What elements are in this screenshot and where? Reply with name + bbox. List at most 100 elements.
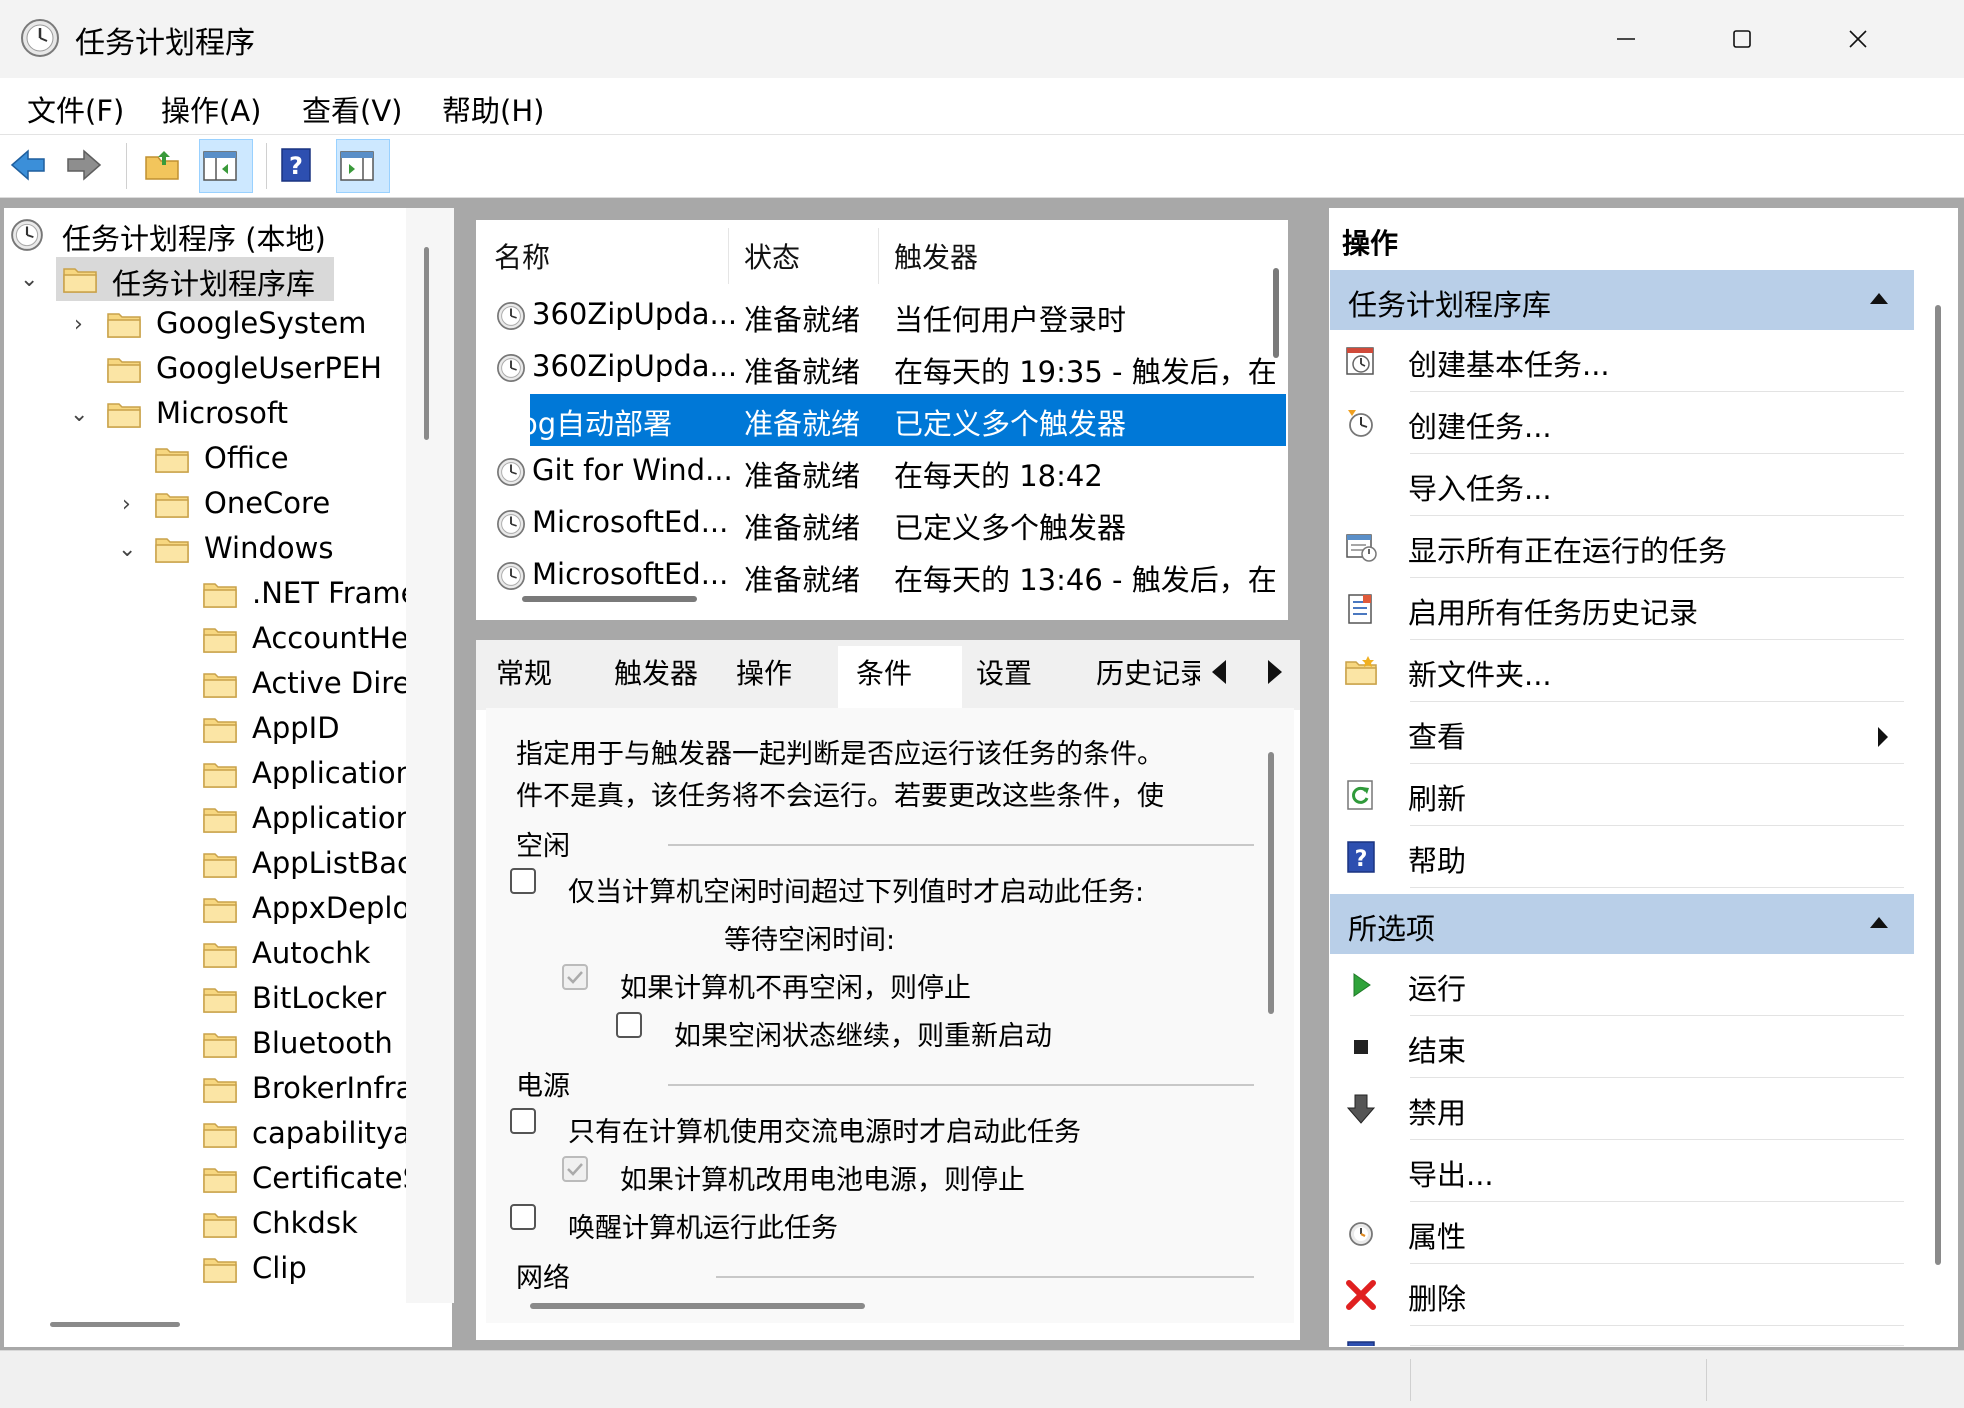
action-item[interactable]: 结束: [1340, 1018, 1904, 1078]
tree-item[interactable]: › OneCore: [0, 482, 406, 526]
tree-item[interactable]: › GoogleSystem: [0, 302, 406, 346]
up-folder-button[interactable]: [142, 139, 196, 193]
tree-item-label: AccountHealth: [252, 621, 406, 655]
conditions-horizontal-scrollbar[interactable]: [530, 1303, 865, 1309]
power-ac-checkbox[interactable]: [510, 1108, 536, 1134]
action-item[interactable]: 新文件夹...: [1340, 642, 1904, 702]
action-separator: [1410, 1077, 1904, 1078]
action-item[interactable]: 显示所有正在运行的任务: [1340, 518, 1904, 578]
maximize-button[interactable]: [1730, 8, 1846, 70]
tree-item[interactable]: AccountHealth: [0, 617, 406, 661]
action-item[interactable]: 创建任务...: [1340, 394, 1904, 454]
forward-button[interactable]: [64, 139, 118, 193]
chevron-down-icon[interactable]: ⌄: [20, 267, 38, 292]
menu-file[interactable]: 文件(F): [27, 88, 124, 130]
tree-horizontal-scrollbar[interactable]: [50, 1322, 180, 1327]
tree-item[interactable]: BrokerInfrastructure: [0, 1067, 406, 1111]
action-item[interactable]: 刷新: [1340, 766, 1904, 826]
tree-item[interactable]: ⌄ Microsoft: [0, 392, 406, 436]
tree-item[interactable]: Active Directory: [0, 662, 406, 706]
idle-start-checkbox[interactable]: [510, 868, 536, 894]
task-row[interactable]: Git for Wind... 准备就绪 在每天的 18:42: [490, 446, 1288, 498]
power-ac-label: 只有在计算机使用交流电源时才启动此任务: [568, 1117, 1081, 1148]
folder-icon: [202, 1073, 238, 1111]
column-header-status[interactable]: 状态: [744, 236, 800, 276]
tree-item-root[interactable]: 任务计划程序 (本地): [0, 212, 448, 256]
power-battery-checkbox[interactable]: [562, 1156, 588, 1182]
tree-item[interactable]: BitLocker: [0, 977, 406, 1021]
action-item[interactable]: 启用所有任务历史记录: [1340, 580, 1904, 640]
checkmark-icon: [567, 971, 583, 984]
idle-restart-checkbox[interactable]: [616, 1012, 642, 1038]
tab-scroll-left-button[interactable]: [1200, 652, 1248, 696]
tree-item[interactable]: .NET Framework: [0, 572, 406, 616]
task-row[interactable]: Blog自动部署 准备就绪已定义多个触发器: [530, 394, 1286, 446]
idle-stop-checkbox[interactable]: [562, 964, 588, 990]
tab-settings[interactable]: 设置: [976, 652, 1032, 692]
tab-conditions[interactable]: 条件: [838, 646, 962, 710]
task-name-cell: 360ZipUpda...: [530, 342, 740, 394]
tree-item[interactable]: capabilityaccessmanager: [0, 1112, 406, 1156]
task-list-vertical-scrollbar[interactable]: [1273, 268, 1279, 358]
show-hide-console-tree-button[interactable]: [199, 139, 253, 193]
back-button[interactable]: [8, 139, 62, 193]
action-item[interactable]: 创建基本任务...: [1340, 332, 1904, 392]
menu-help[interactable]: 帮助(H): [442, 88, 544, 130]
action-item[interactable]: 运行: [1340, 956, 1904, 1016]
action-item[interactable]: 禁用: [1340, 1080, 1904, 1140]
tree-item[interactable]: Autochk: [0, 932, 406, 976]
conditions-vertical-scrollbar[interactable]: [1268, 752, 1274, 1014]
tree-item[interactable]: CertificateServicesClient: [0, 1157, 406, 1201]
column-divider[interactable]: [878, 228, 879, 284]
tree-item[interactable]: Office: [0, 437, 406, 481]
menu-view[interactable]: 查看(V): [302, 88, 402, 130]
tab-history[interactable]: 历史记录: [1096, 652, 1200, 692]
tab-triggers[interactable]: 触发器: [614, 652, 698, 692]
menu-action[interactable]: 操作(A): [161, 88, 261, 130]
action-item[interactable]: 删除: [1340, 1266, 1904, 1326]
column-divider[interactable]: [728, 228, 729, 284]
tree-item[interactable]: Bluetooth: [0, 1022, 406, 1066]
wake-checkbox[interactable]: [510, 1204, 536, 1230]
help-button[interactable]: ?: [276, 139, 330, 193]
action-separator: [1410, 1139, 1904, 1140]
tree-item[interactable]: Application Experience: [0, 752, 406, 796]
task-row[interactable]: 360ZipUpda... 准备就绪 在每天的 19:35 - 触发后，在: [490, 342, 1288, 394]
tree-item[interactable]: ApplicationData: [0, 797, 406, 841]
action-item[interactable]: ?帮助: [1340, 1328, 1904, 1346]
close-button[interactable]: [1846, 8, 1962, 70]
chevron-down-icon[interactable]: ⌄: [70, 402, 88, 427]
actions-group-selected-header[interactable]: 所选项: [1330, 894, 1914, 954]
column-header-name[interactable]: 名称: [494, 236, 550, 276]
tree-item[interactable]: AppxDeploymentClient: [0, 887, 406, 931]
task-list-horizontal-scrollbar[interactable]: [522, 596, 697, 602]
action-item[interactable]: 导入任务...: [1340, 456, 1904, 516]
chevron-right-icon[interactable]: ›: [74, 312, 83, 337]
action-item[interactable]: 属性: [1340, 1204, 1904, 1264]
tree-item[interactable]: Clip: [0, 1247, 406, 1291]
tab-scroll-right-button[interactable]: [1256, 652, 1300, 696]
tree-item[interactable]: AppListBackup: [0, 842, 406, 886]
chevron-right-icon[interactable]: ›: [122, 492, 131, 517]
action-item[interactable]: 查看: [1340, 704, 1904, 764]
task-row[interactable]: MicrosoftEd... 准备就绪 在每天的 13:46 - 触发后，在: [490, 550, 1288, 602]
column-header-trigger[interactable]: 触发器: [894, 236, 978, 276]
tree-item[interactable]: AppID: [0, 707, 406, 751]
tree-item[interactable]: Chkdsk: [0, 1202, 406, 1246]
tree-item-library[interactable]: ⌄ 任务计划程序库: [0, 257, 448, 301]
action-item[interactable]: ?帮助: [1340, 828, 1904, 888]
tree-item[interactable]: GoogleUserPEH: [0, 347, 406, 391]
task-row[interactable]: 360ZipUpda... 准备就绪 当任何用户登录时: [490, 290, 1288, 342]
tree-item[interactable]: ⌄ Windows: [0, 527, 406, 571]
tab-general[interactable]: 常规: [496, 652, 552, 692]
chevron-down-icon[interactable]: ⌄: [118, 537, 136, 562]
action-item[interactable]: 导出...: [1340, 1142, 1904, 1202]
task-status: 准备就绪: [744, 355, 861, 389]
actions-vertical-scrollbar[interactable]: [1935, 305, 1941, 1265]
tab-actions[interactable]: 操作: [736, 652, 792, 692]
actions-group-library-header[interactable]: 任务计划程序库: [1330, 270, 1914, 330]
show-hide-action-pane-button[interactable]: [336, 139, 390, 193]
minimize-button[interactable]: [1614, 8, 1730, 70]
folder-icon: [202, 623, 238, 661]
task-row[interactable]: MicrosoftEd... 准备就绪 已定义多个触发器: [490, 498, 1288, 550]
